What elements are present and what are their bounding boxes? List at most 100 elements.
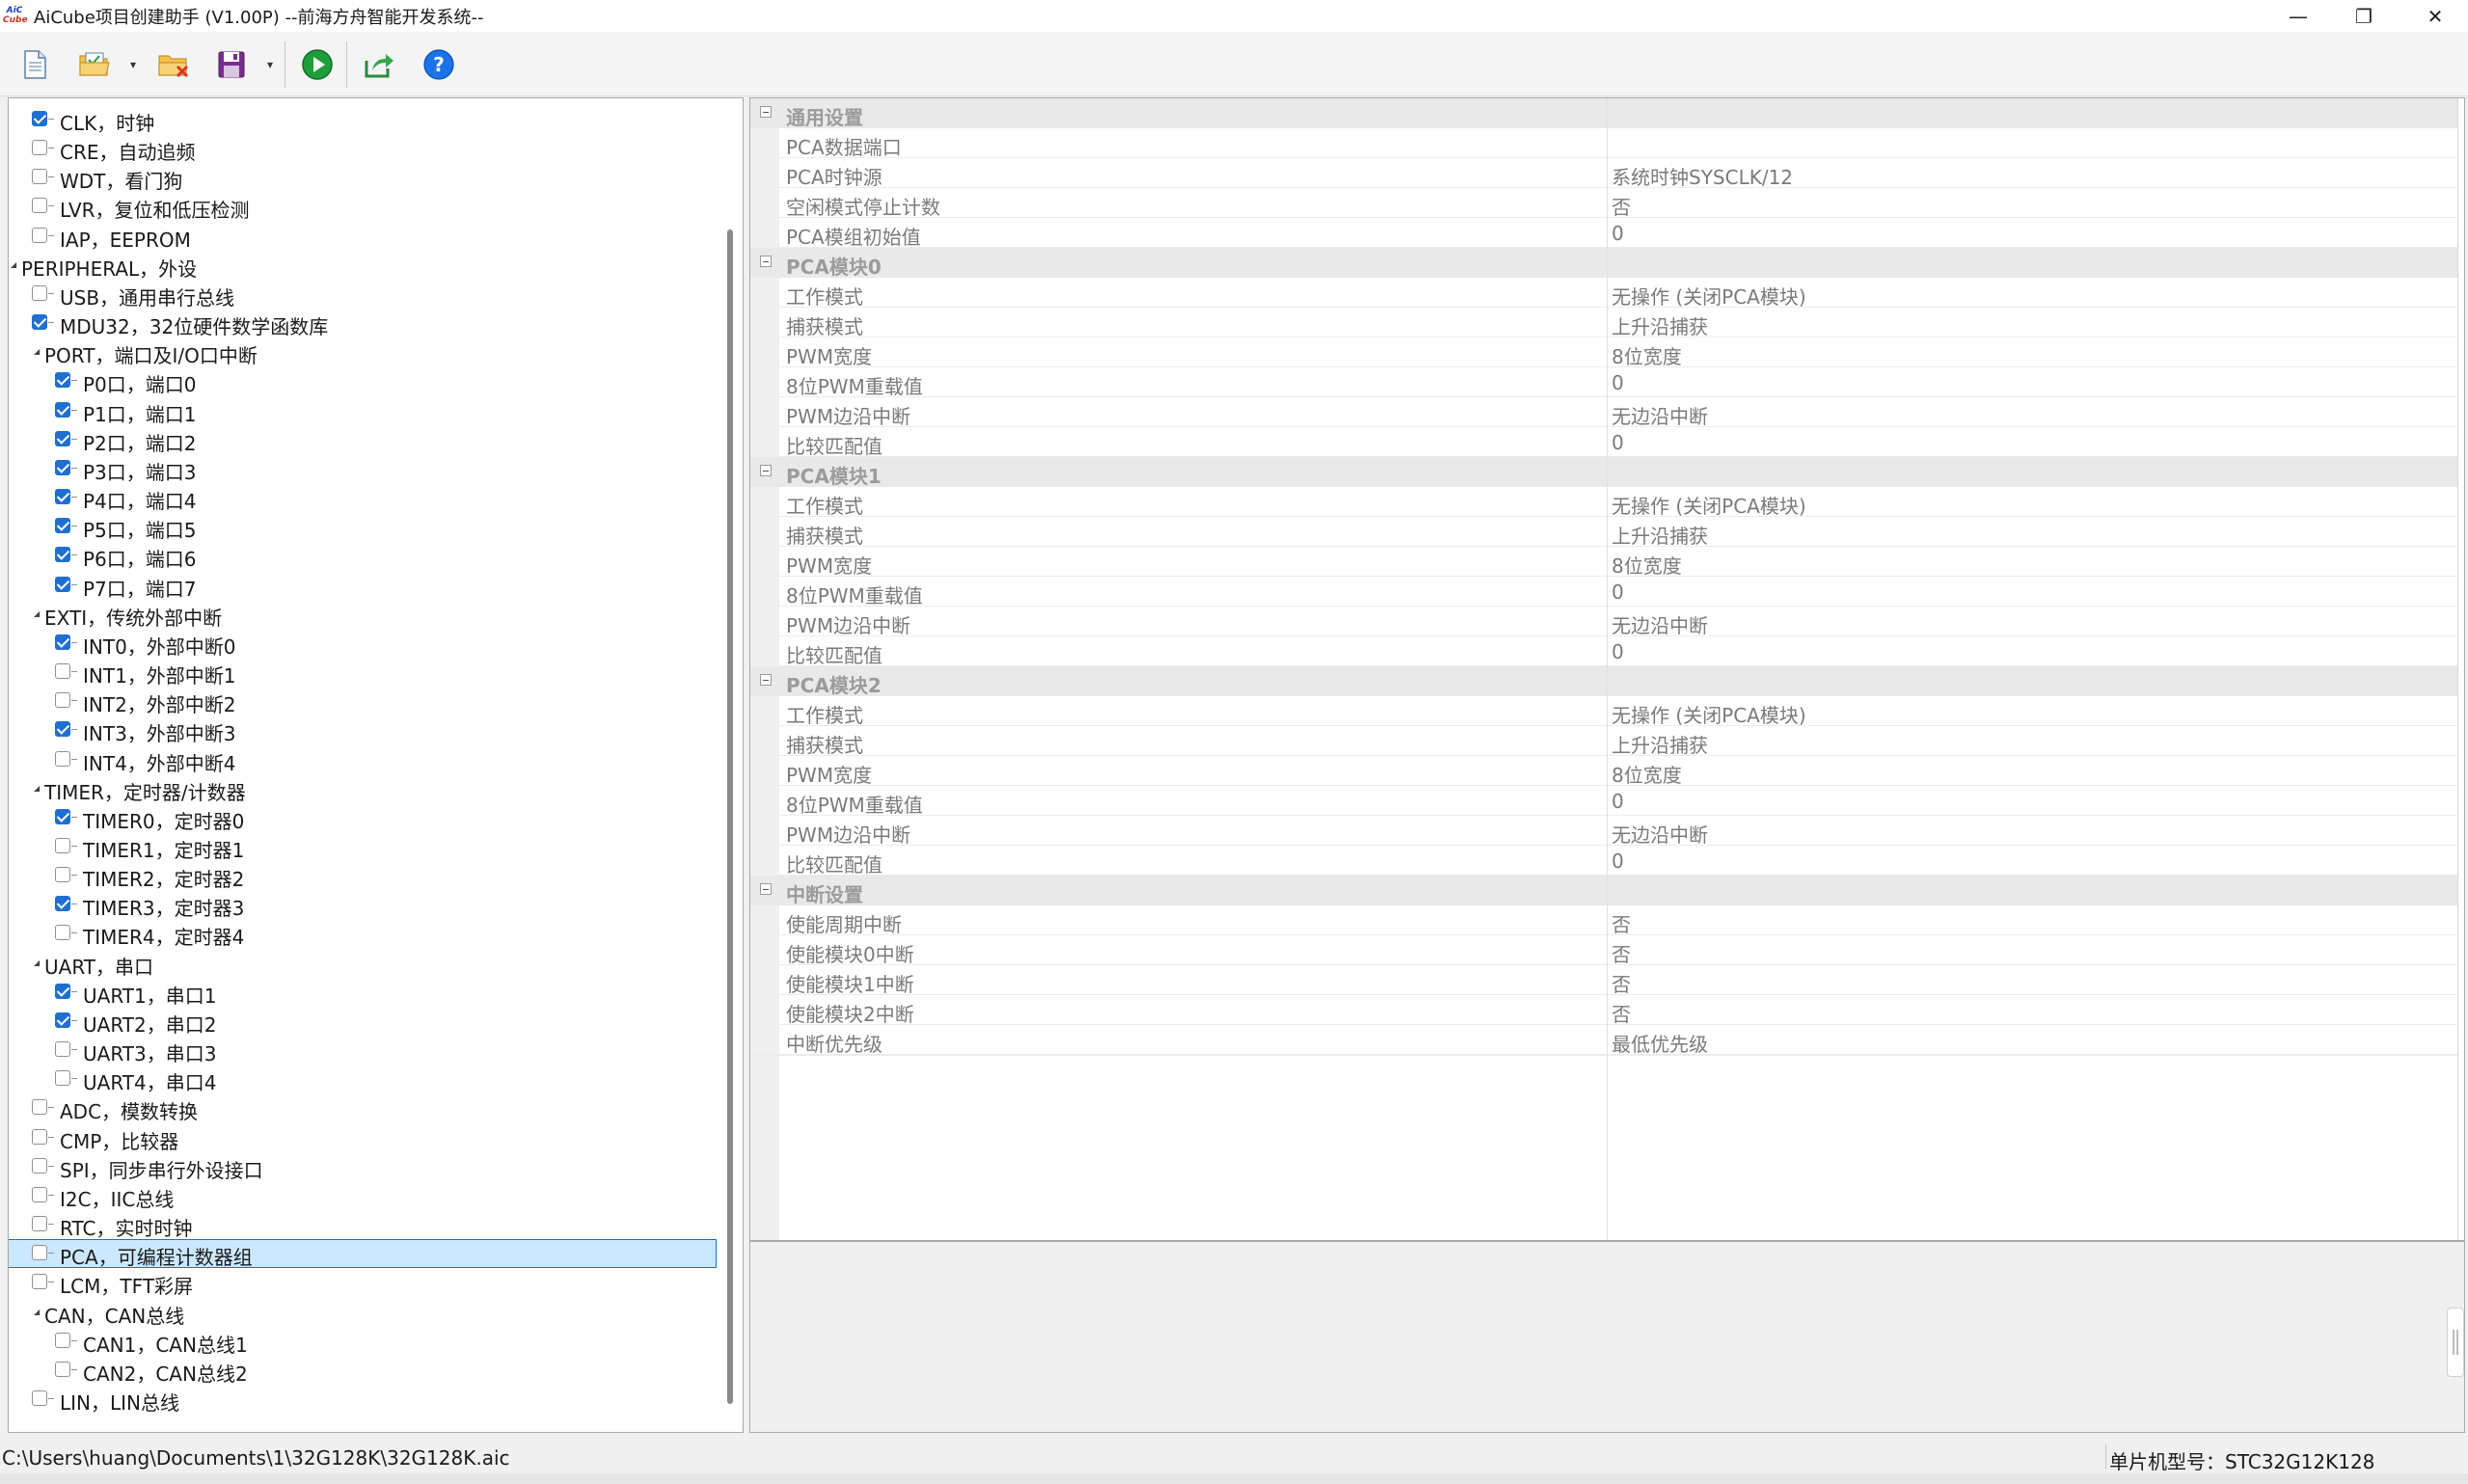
tree-item-checkbox[interactable] bbox=[55, 983, 70, 999]
tree-item-checkbox[interactable] bbox=[55, 1041, 70, 1058]
property-row[interactable]: PCA数据端口 bbox=[750, 128, 2457, 159]
tree-item-checkbox[interactable] bbox=[55, 1012, 70, 1028]
property-value[interactable]: 0 bbox=[1612, 580, 1624, 604]
tree-item[interactable]: P2口，端口2 bbox=[9, 425, 717, 455]
property-value[interactable]: 0 bbox=[1612, 222, 1624, 245]
tree-item[interactable]: TIMER3，定时器3 bbox=[9, 890, 717, 920]
property-value[interactable]: 0 bbox=[1612, 790, 1624, 813]
property-row[interactable]: 使能模块0中断 否 bbox=[750, 935, 2457, 967]
property-category[interactable]: PCA模块0 bbox=[750, 248, 2457, 279]
peripheral-tree[interactable]: CLK，时钟 CRE，自动追频 WDT，看门狗 LVR，复位和低压检测 IAP，EEPR… bbox=[8, 97, 744, 1433]
property-row[interactable]: 比较匹配值 0 bbox=[750, 636, 2457, 667]
property-row[interactable]: PWM边沿中断 无边沿中断 bbox=[750, 816, 2457, 847]
tree-item[interactable]: ◢ CAN，CAN总线 bbox=[9, 1298, 717, 1328]
tree-item-checkbox[interactable] bbox=[55, 576, 70, 592]
property-value[interactable]: 8位宽度 bbox=[1612, 551, 1682, 579]
property-category[interactable]: 通用设置 bbox=[750, 98, 2457, 129]
property-value[interactable]: 否 bbox=[1612, 192, 1631, 220]
tree-item-checkbox[interactable] bbox=[55, 692, 70, 709]
tree-item[interactable]: TIMER0，定时器0 bbox=[9, 803, 717, 833]
tree-item[interactable]: ADC，模数转换 bbox=[9, 1093, 717, 1123]
tree-item[interactable]: P5口，端口5 bbox=[9, 512, 717, 542]
description-resize-grip[interactable] bbox=[2447, 1308, 2464, 1377]
tree-item[interactable]: WDT，看门狗 bbox=[9, 163, 717, 193]
collapse-toggle-icon[interactable] bbox=[760, 883, 772, 895]
tree-item-checkbox[interactable] bbox=[32, 1274, 47, 1290]
tree-item-checkbox[interactable] bbox=[55, 1070, 70, 1087]
tree-item[interactable]: MDU32，32位硬件数学函数库 bbox=[9, 309, 717, 338]
tree-item-checkbox[interactable] bbox=[55, 430, 70, 446]
tree-item-checkbox[interactable] bbox=[32, 1216, 47, 1232]
property-row[interactable]: 比较匹配值 0 bbox=[750, 846, 2457, 877]
tree-item-checkbox[interactable] bbox=[55, 459, 70, 475]
tree-item-checkbox[interactable] bbox=[55, 750, 70, 767]
property-value[interactable]: 系统时钟SYSCLK/12 bbox=[1612, 162, 1793, 190]
property-row[interactable]: 使能模块1中断 否 bbox=[750, 965, 2457, 996]
tree-item-checkbox[interactable] bbox=[55, 721, 70, 738]
tree-item-checkbox[interactable] bbox=[32, 1157, 47, 1174]
tree-item[interactable]: INT3，外部中断3 bbox=[9, 715, 717, 745]
tree-item[interactable]: P4口，端口4 bbox=[9, 483, 717, 513]
tree-item[interactable]: P6口，端口6 bbox=[9, 541, 717, 571]
tree-scrollbar-thumb[interactable] bbox=[727, 229, 733, 1404]
collapse-toggle-icon[interactable] bbox=[760, 256, 772, 267]
property-row[interactable]: 工作模式 无操作 (关闭PCA模块) bbox=[750, 278, 2457, 309]
tree-item[interactable]: UART3，串口3 bbox=[9, 1036, 717, 1066]
tree-item[interactable]: CRE，自动追频 bbox=[9, 134, 717, 164]
tree-item-checkbox[interactable] bbox=[32, 1186, 47, 1202]
property-column-divider[interactable] bbox=[1607, 98, 1608, 1240]
tree-item[interactable]: CMP，比较器 bbox=[9, 1123, 717, 1153]
tree-item-checkbox[interactable] bbox=[55, 896, 70, 912]
tree-item[interactable]: IAP，EEPROM bbox=[9, 222, 717, 252]
property-row[interactable]: PWM边沿中断 无边沿中断 bbox=[750, 397, 2457, 428]
tree-item[interactable]: CAN1，CAN总线1 bbox=[9, 1327, 717, 1357]
property-row[interactable]: 使能周期中断 否 bbox=[750, 905, 2457, 937]
minimize-button[interactable]: — bbox=[2267, 0, 2329, 32]
tree-item[interactable]: P1口，端口1 bbox=[9, 396, 717, 426]
property-value[interactable]: 否 bbox=[1612, 909, 1631, 937]
tree-item[interactable]: CAN2，CAN总线2 bbox=[9, 1356, 717, 1386]
tree-item-checkbox[interactable] bbox=[55, 808, 70, 824]
property-value[interactable]: 0 bbox=[1612, 850, 1624, 873]
property-row[interactable]: 空闲模式停止计数 否 bbox=[750, 188, 2457, 220]
property-value[interactable]: 无边沿中断 bbox=[1612, 610, 1708, 638]
tree-item-checkbox[interactable] bbox=[55, 663, 70, 680]
tree-item[interactable]: PCA，可编程计数器组 bbox=[9, 1239, 717, 1269]
property-value[interactable]: 否 bbox=[1612, 939, 1631, 967]
tree-item-checkbox[interactable] bbox=[55, 867, 70, 883]
tree-item[interactable]: I2C，IIC总线 bbox=[9, 1181, 717, 1211]
tree-item[interactable]: P0口，端口0 bbox=[9, 366, 717, 396]
property-grid[interactable]: 通用设置 PCA数据端口 PCA时钟源 系统时钟SYSCLK/12 空闲模式停止计数否 P… bbox=[749, 97, 2465, 1241]
tree-item[interactable]: ◢ UART，串口 bbox=[9, 949, 717, 979]
property-row[interactable]: 8位PWM重载值 0 bbox=[750, 577, 2457, 607]
tree-item-checkbox[interactable] bbox=[55, 372, 70, 389]
tree-item-checkbox[interactable] bbox=[32, 1390, 47, 1407]
tree-item[interactable]: LIN，LIN总线 bbox=[9, 1385, 717, 1415]
tree-item-checkbox[interactable] bbox=[32, 227, 47, 243]
tree-item[interactable]: INT2，外部中断2 bbox=[9, 687, 717, 716]
tree-item[interactable]: UART2，串口2 bbox=[9, 1007, 717, 1037]
property-row[interactable]: PCA模组初始值 0 bbox=[750, 218, 2457, 249]
property-row[interactable]: 8位PWM重载值 0 bbox=[750, 786, 2457, 817]
property-value[interactable]: 上升沿捕获 bbox=[1612, 730, 1708, 758]
property-row[interactable]: 中断优先级 最低优先级 bbox=[750, 1025, 2457, 1056]
property-value[interactable]: 8位宽度 bbox=[1612, 341, 1682, 369]
restore-button[interactable]: ❐ bbox=[2333, 0, 2395, 32]
tree-item-checkbox[interactable] bbox=[55, 489, 70, 505]
tree-item[interactable]: ◢ EXTI，传统外部中断 bbox=[9, 600, 717, 630]
tree-item-checkbox[interactable] bbox=[32, 314, 47, 331]
tree-item-checkbox[interactable] bbox=[55, 547, 70, 563]
tree-item-checkbox[interactable] bbox=[32, 1128, 47, 1145]
close-project-button[interactable] bbox=[154, 45, 193, 84]
tree-item-checkbox[interactable] bbox=[55, 634, 70, 650]
tree-item-checkbox[interactable] bbox=[55, 1361, 70, 1377]
save-project-button[interactable] bbox=[212, 45, 251, 84]
collapse-toggle-icon[interactable] bbox=[760, 674, 772, 686]
property-row[interactable]: PCA时钟源 系统时钟SYSCLK/12 bbox=[750, 158, 2457, 190]
tree-item-checkbox[interactable] bbox=[32, 169, 47, 185]
property-category[interactable]: PCA模块1 bbox=[750, 457, 2457, 488]
property-row[interactable]: 捕获模式 上升沿捕获 bbox=[750, 517, 2457, 548]
tree-item-checkbox[interactable] bbox=[55, 925, 70, 941]
property-row[interactable]: 8位PWM重载值 0 bbox=[750, 367, 2457, 398]
run-generate-button[interactable] bbox=[298, 45, 337, 84]
